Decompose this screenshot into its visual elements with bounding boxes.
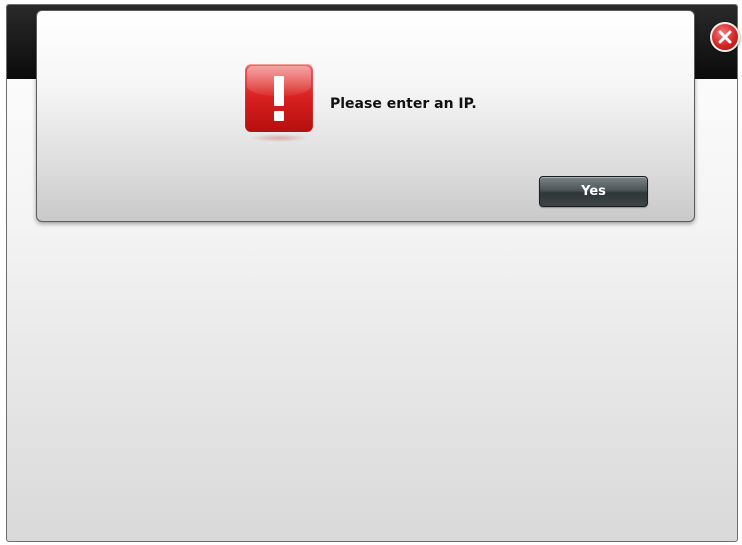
window-close-button[interactable]: [710, 22, 740, 52]
screen: Please enter an IP. Yes: [0, 0, 742, 545]
exclamation-mark: [274, 76, 284, 121]
yes-button[interactable]: Yes: [539, 176, 648, 207]
exclamation-alert-icon: [245, 64, 313, 144]
alert-dialog: Please enter an IP. Yes: [36, 10, 695, 222]
alert-icon-reflection: [249, 134, 309, 142]
alert-message: Please enter an IP.: [330, 96, 477, 112]
close-icon: [718, 30, 732, 44]
